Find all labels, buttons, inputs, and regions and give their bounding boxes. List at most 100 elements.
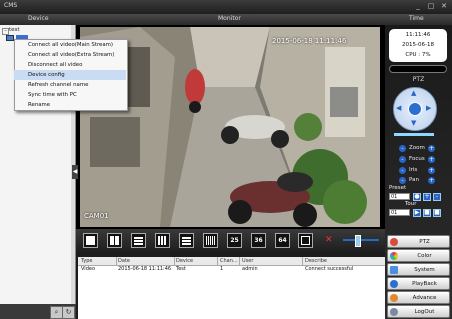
iris-label: Iris: [409, 167, 418, 173]
layout-6-icon[interactable]: [131, 233, 146, 248]
col-date[interactable]: Date: [118, 258, 130, 264]
advance-icon: [390, 294, 398, 302]
time-header: Time: [409, 15, 424, 22]
col-device[interactable]: Device: [176, 258, 193, 264]
tour-stop-icon[interactable]: ■: [423, 209, 431, 217]
menu-connect-main-stream[interactable]: Connect all video(Main Stream): [14, 40, 126, 50]
col-type[interactable]: Type: [81, 258, 92, 264]
log-row-describe[interactable]: Connect successful: [305, 266, 353, 272]
device-icon[interactable]: [6, 35, 14, 41]
tour-label: Tour: [405, 201, 417, 207]
refresh-icon[interactable]: ↻: [62, 306, 75, 319]
pan-minus-button[interactable]: -: [399, 177, 406, 184]
tree-root-test[interactable]: test: [9, 27, 20, 33]
column-divider: [174, 257, 175, 265]
logout-icon: [390, 308, 398, 316]
osd-timestamp: 2015-06-18 11:11:46: [272, 37, 347, 45]
menu-disconnect-all[interactable]: Disconnect all video: [14, 60, 126, 70]
volume-slider-handle[interactable]: [355, 235, 361, 247]
tour-settings-icon[interactable]: ■: [433, 209, 441, 217]
playback-button[interactable]: PlayBack: [387, 277, 450, 290]
col-user[interactable]: User: [242, 258, 253, 264]
advance-button-label: Advance: [412, 295, 437, 301]
tree-expand-icon[interactable]: –: [2, 28, 9, 35]
layout-4-icon[interactable]: [107, 233, 122, 248]
layout-13-icon[interactable]: [179, 233, 194, 248]
logout-button-label: LogOut: [414, 309, 435, 315]
log-row-user[interactable]: admin: [242, 266, 258, 272]
zoom-label: Zoom: [409, 145, 425, 151]
clock-date: 2015-06-18: [402, 42, 434, 48]
restore-button[interactable]: □: [426, 2, 436, 11]
menu-refresh-channel-name[interactable]: Refresh channel name: [14, 80, 126, 90]
layout-9-icon[interactable]: [155, 233, 170, 248]
layout-64-button[interactable]: 64: [275, 233, 290, 248]
preset-delete-icon[interactable]: -: [433, 193, 441, 201]
monitor-header: Monitor: [218, 15, 241, 22]
color-icon: [390, 252, 398, 260]
menu-rename[interactable]: Rename: [14, 100, 126, 110]
advance-button[interactable]: Advance: [387, 291, 450, 304]
tour-select[interactable]: 01: [389, 209, 410, 216]
ptz-speed-slider[interactable]: [394, 133, 434, 136]
log-row-device[interactable]: Test: [176, 266, 186, 272]
tour-play-icon[interactable]: ▶: [413, 209, 421, 217]
ptz-center-icon[interactable]: [408, 102, 422, 116]
close-button[interactable]: ✕: [439, 2, 449, 11]
color-button-label: Color: [417, 253, 432, 259]
ptz-right-icon[interactable]: ▶: [426, 104, 431, 112]
iris-plus-button[interactable]: +: [428, 167, 435, 174]
layout-1-icon[interactable]: [83, 233, 98, 248]
log-row-type[interactable]: Video: [81, 266, 95, 272]
logout-button[interactable]: LogOut: [387, 305, 450, 318]
preset-add-icon[interactable]: +: [423, 193, 431, 201]
preset-select[interactable]: 01: [389, 193, 410, 200]
col-describe[interactable]: Describe: [305, 258, 327, 264]
col-channel[interactable]: Chan...: [220, 258, 238, 264]
color-button[interactable]: Color: [387, 249, 450, 262]
playback-icon: [390, 280, 398, 288]
log-row-channel[interactable]: 1: [220, 266, 223, 272]
menu-device-config[interactable]: Device config: [14, 70, 126, 80]
system-button[interactable]: System: [387, 263, 450, 276]
ptz-up-icon[interactable]: ▲: [411, 89, 416, 97]
mute-icon[interactable]: ✕: [325, 235, 335, 245]
volume-slider-track[interactable]: [343, 239, 379, 241]
ptz-left-icon[interactable]: ◀: [396, 104, 401, 112]
preset-label: Preset: [389, 185, 407, 191]
column-divider: [239, 257, 240, 265]
ptz-title: PTZ: [412, 76, 425, 83]
pan-plus-button[interactable]: +: [428, 177, 435, 184]
camera-label: CAM01: [84, 212, 109, 220]
clock-time: 11:11:46: [405, 32, 431, 38]
zoom-minus-button[interactable]: -: [399, 145, 406, 152]
focus-label: Focus: [409, 156, 425, 162]
preset-goto-icon[interactable]: ●: [413, 193, 421, 201]
status-bar: [389, 65, 447, 73]
collapse-panel-arrow[interactable]: ◀: [72, 165, 78, 179]
log-row-date[interactable]: 2015-06-18 11:11:46: [118, 266, 171, 272]
minimize-button[interactable]: _: [413, 2, 423, 11]
iris-minus-button[interactable]: -: [399, 167, 406, 174]
focus-minus-button[interactable]: -: [399, 156, 406, 163]
app-title: CMS: [4, 2, 18, 9]
zoom-plus-button[interactable]: +: [428, 145, 435, 152]
system-button-label: System: [414, 267, 435, 273]
menu-connect-extra-stream[interactable]: Connect all video(Extra Stream): [14, 50, 126, 60]
menu-sync-time[interactable]: Sync time with PC: [14, 90, 126, 100]
layout-16-icon[interactable]: [203, 233, 218, 248]
device-header: Device: [28, 15, 49, 22]
ptz-button[interactable]: PTZ: [387, 235, 450, 248]
fullscreen-icon[interactable]: [298, 233, 313, 248]
pan-label: Pan: [409, 177, 419, 183]
title-bar: [0, 0, 452, 14]
layout-25-button[interactable]: 25: [227, 233, 242, 248]
layout-36-button[interactable]: 36: [251, 233, 266, 248]
ptz-down-icon[interactable]: ▼: [411, 119, 416, 127]
playback-button-label: PlayBack: [412, 281, 437, 287]
ptz-icon: [390, 238, 398, 246]
column-divider: [217, 257, 218, 265]
focus-plus-button[interactable]: +: [428, 156, 435, 163]
column-divider: [116, 257, 117, 265]
cpu-usage: CPU : 7%: [405, 52, 431, 58]
